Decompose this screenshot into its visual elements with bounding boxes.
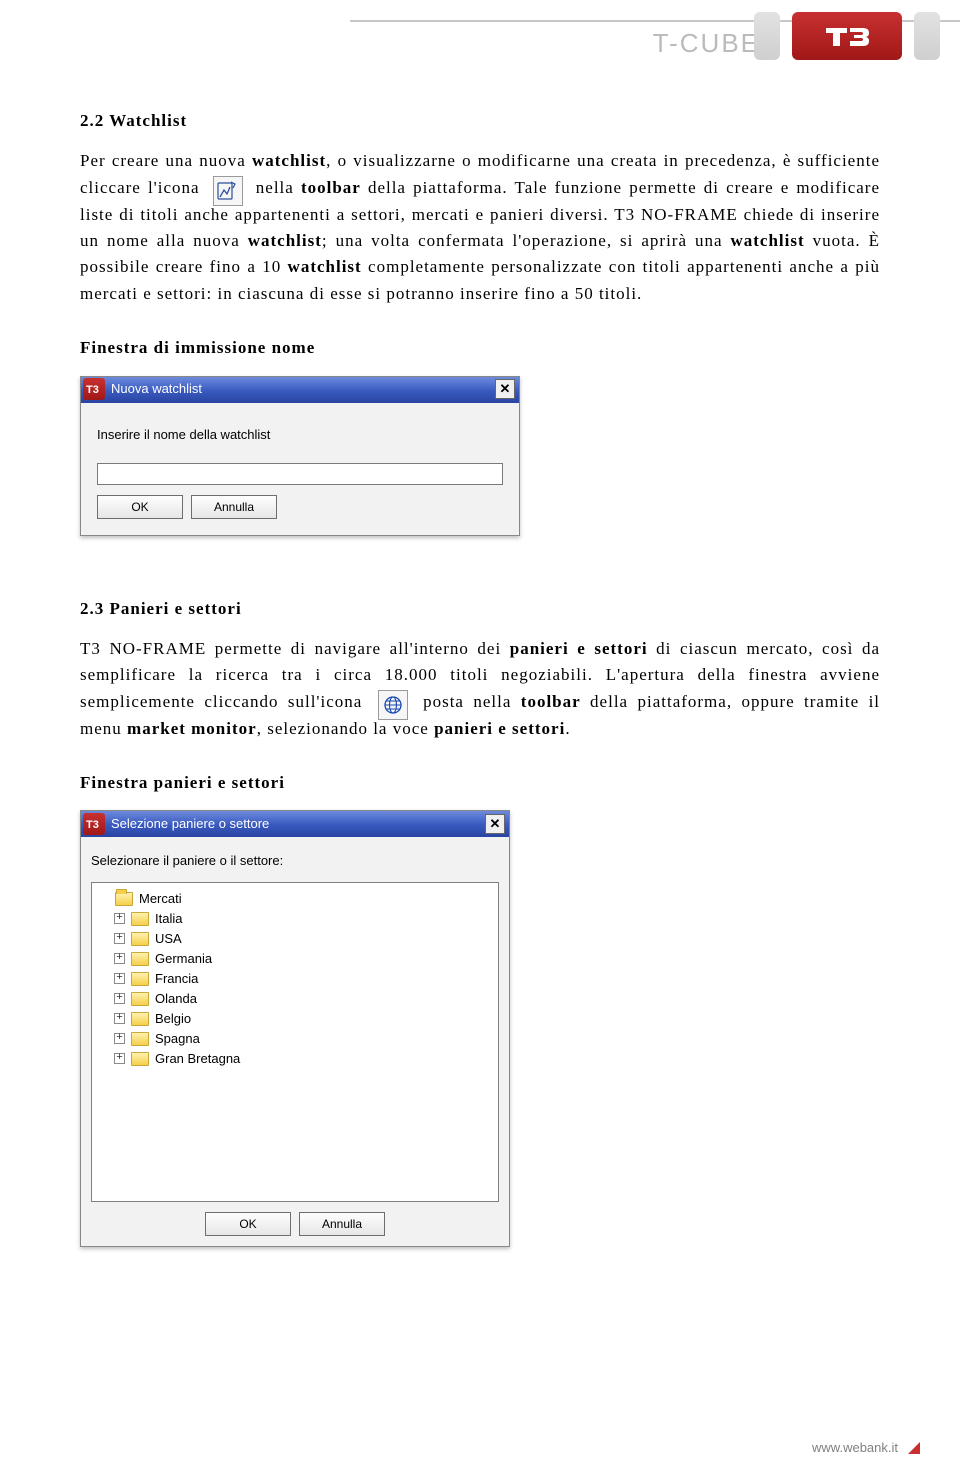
t3-badge-icon: T3: [83, 378, 105, 400]
dialog2-titlebar: T3 Selezione paniere o settore ✕: [81, 811, 509, 837]
tree-expander[interactable]: +: [114, 1013, 125, 1024]
tree-item[interactable]: + Olanda: [114, 989, 494, 1009]
folder-icon: [131, 932, 149, 946]
window2-label: Finestra panieri e settori: [80, 770, 880, 796]
folder-icon: [131, 992, 149, 1006]
tree-item[interactable]: + Gran Bretagna: [114, 1049, 494, 1069]
tree-expander[interactable]: +: [114, 1033, 125, 1044]
page-content: 2.2 Watchlist Per creare una nuova watch…: [0, 108, 960, 1247]
footer-url: www.webank.it: [812, 1440, 898, 1455]
panieri-toolbar-icon: [378, 690, 408, 720]
folder-icon: [131, 972, 149, 986]
tree-item-label: Olanda: [155, 989, 197, 1009]
section-2-3-body: T3 NO-FRAME permette di navigare all'int…: [80, 636, 880, 742]
t3-logo-icon: [823, 21, 871, 51]
header-banner: T-CUBE: [0, 0, 960, 72]
watchlist-name-input[interactable]: [97, 463, 503, 485]
dialog2-prompt: Selezionare il paniere o il settore:: [91, 851, 499, 871]
tree-item-label: Italia: [155, 909, 182, 929]
tree-item[interactable]: + Germania: [114, 949, 494, 969]
tree-expander[interactable]: +: [114, 913, 125, 924]
dialog1-title: Nuova watchlist: [111, 379, 495, 399]
tree-item-label: Germania: [155, 949, 212, 969]
watchlist-toolbar-icon: [213, 176, 243, 206]
tree-item[interactable]: + Francia: [114, 969, 494, 989]
section-2-2-body: Per creare una nuova watchlist, o visual…: [80, 148, 880, 307]
footer-triangle-icon: [908, 1442, 920, 1454]
header-grey-tab-right: [914, 12, 940, 60]
folder-open-icon: [115, 892, 133, 906]
tree-item-label: Spagna: [155, 1029, 200, 1049]
folder-icon: [131, 912, 149, 926]
tree-item[interactable]: + Spagna: [114, 1029, 494, 1049]
tree-expander[interactable]: +: [114, 993, 125, 1004]
close-button[interactable]: ✕: [495, 379, 515, 399]
dialog2-title: Selezione paniere o settore: [111, 814, 485, 834]
brand-text: T-CUBE: [653, 28, 760, 59]
tree-item[interactable]: + USA: [114, 929, 494, 949]
ok-button[interactable]: OK: [97, 495, 183, 519]
tree-item-label: USA: [155, 929, 182, 949]
tree-item[interactable]: + Italia: [114, 909, 494, 929]
tree-expander[interactable]: +: [114, 953, 125, 964]
cancel-button[interactable]: Annulla: [299, 1212, 385, 1236]
folder-icon: [131, 1032, 149, 1046]
tree-item-label: Belgio: [155, 1009, 191, 1029]
dialog-selezione-paniere: T3 Selezione paniere o settore ✕ Selezio…: [80, 810, 510, 1246]
t3-badge-icon: T3: [83, 813, 105, 835]
tree-item-label: Gran Bretagna: [155, 1049, 240, 1069]
tree-expander[interactable]: +: [114, 933, 125, 944]
tree-view[interactable]: Mercati + Italia + USA + Germania + Francia + Olan…: [91, 882, 499, 1202]
window1-label: Finestra di immissione nome: [80, 335, 880, 361]
dialog-nuova-watchlist: T3 Nuova watchlist ✕ Inserire il nome de…: [80, 376, 520, 536]
svg-text:T3: T3: [86, 819, 99, 830]
dialog1-titlebar: T3 Nuova watchlist ✕: [81, 377, 519, 403]
svg-text:T3: T3: [86, 384, 99, 395]
tree-root-label: Mercati: [139, 889, 182, 909]
folder-icon: [131, 1012, 149, 1026]
section-2-3-heading: 2.3 Panieri e settori: [80, 596, 880, 622]
dialog1-prompt: Inserire il nome della watchlist: [97, 425, 503, 445]
footer: www.webank.it: [812, 1440, 920, 1455]
tree-expander[interactable]: +: [114, 1053, 125, 1064]
brand-logo-badge: [792, 12, 902, 60]
tree-item-label: Francia: [155, 969, 198, 989]
folder-icon: [131, 1052, 149, 1066]
tree-expander[interactable]: +: [114, 973, 125, 984]
cancel-button[interactable]: Annulla: [191, 495, 277, 519]
folder-icon: [131, 952, 149, 966]
section-2-2-heading: 2.2 Watchlist: [80, 108, 880, 134]
ok-button[interactable]: OK: [205, 1212, 291, 1236]
tree-item[interactable]: + Belgio: [114, 1009, 494, 1029]
tree-root-item[interactable]: Mercati: [98, 889, 494, 909]
header-grey-tab-left: [754, 12, 780, 60]
close-button[interactable]: ✕: [485, 814, 505, 834]
